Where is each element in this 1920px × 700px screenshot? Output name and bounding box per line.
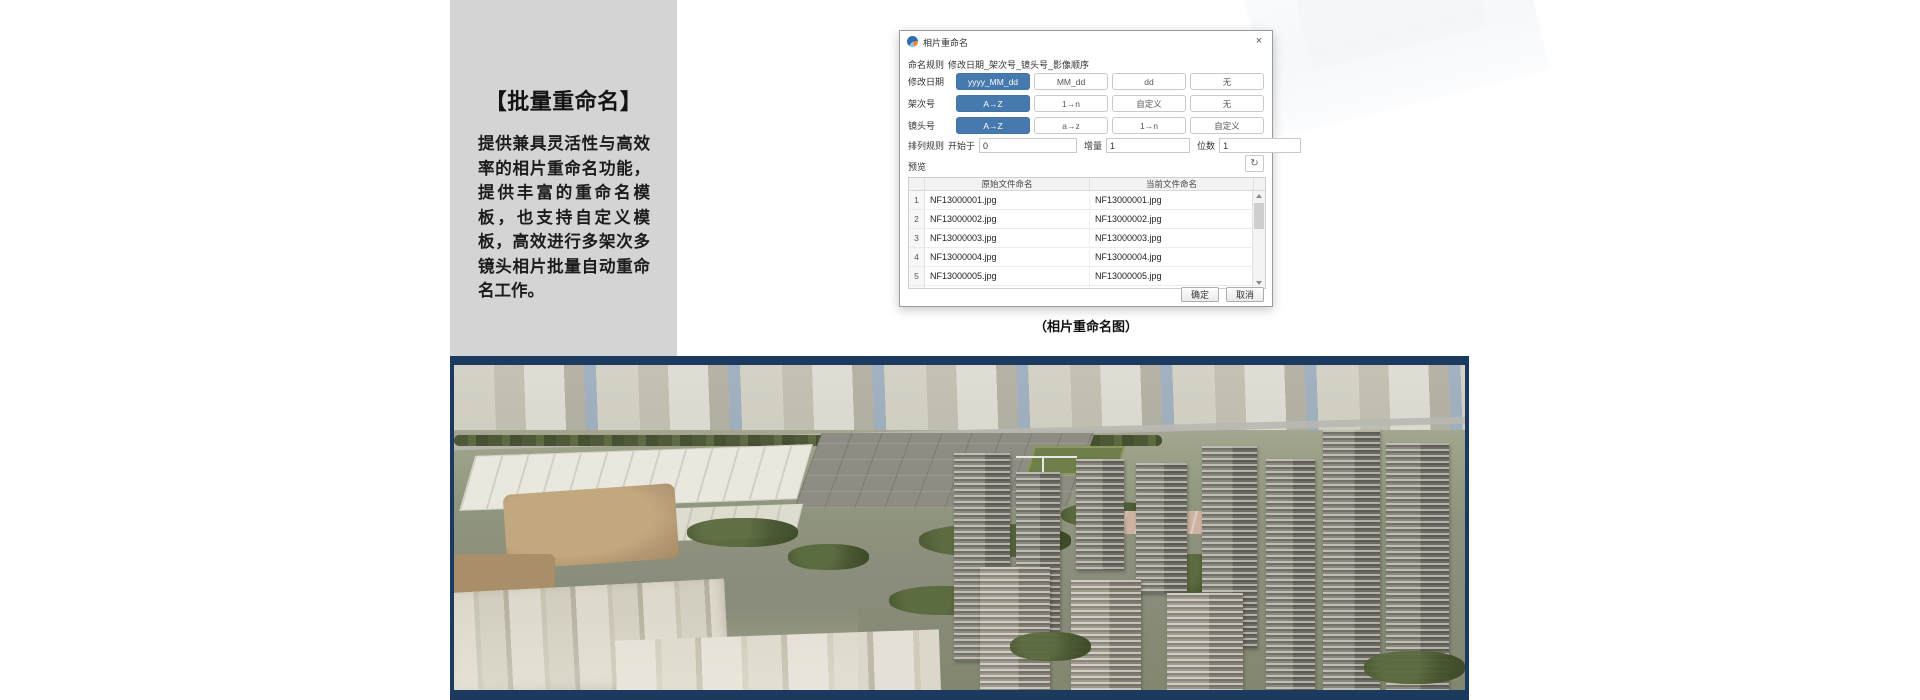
table-row[interactable]: 4 NF13000004.jpg NF13000004.jpg — [909, 248, 1265, 267]
increment-input[interactable] — [1106, 138, 1190, 153]
photo-art-shape — [1323, 430, 1380, 690]
photo-art-shape — [1167, 593, 1243, 691]
naming-rule-value: 修改日期_架次号_镜头号_影像顺序 — [948, 60, 1089, 70]
original-name-cell: NF13000005.jpg — [925, 267, 1090, 285]
photo-art-shape — [1071, 580, 1142, 691]
lens-format-button[interactable]: 1→n — [1112, 117, 1186, 134]
naming-rule: 命名规则修改日期_架次号_镜头号_影像顺序 — [908, 58, 1089, 71]
photo-art-shape — [788, 544, 869, 570]
photo-art-shape — [1266, 459, 1316, 690]
lens-format-button[interactable]: 自定义 — [1190, 117, 1264, 134]
sortie-format-button[interactable]: 1→n — [1034, 95, 1108, 112]
preview-label: 预览 — [908, 160, 926, 173]
increment-label: 增量 — [1084, 139, 1102, 152]
start-label: 开始于 — [948, 139, 975, 152]
table-row[interactable]: 3 NF13000003.jpg NF13000003.jpg — [909, 229, 1265, 248]
table-row[interactable]: 1 NF13000001.jpg NF13000001.jpg — [909, 191, 1265, 210]
current-name-cell: NF13000001.jpg — [1090, 191, 1254, 209]
start-input[interactable] — [979, 138, 1077, 153]
option-row-date: 修改日期 yyyy_MM_dd MM_dd dd 无 — [908, 73, 1264, 90]
preview-table: 原始文件命名 当前文件命名 1 NF13000001.jpg NF1300000… — [908, 177, 1266, 289]
photo-art-shape — [1076, 459, 1125, 570]
current-name-cell: NF13000003.jpg — [1090, 229, 1254, 247]
sortie-format-button[interactable]: 自定义 — [1112, 95, 1186, 112]
app-icon — [907, 36, 918, 47]
original-name-cell: NF13000006.jpg — [925, 286, 1090, 289]
original-name-cell: NF13000004.jpg — [925, 248, 1090, 266]
row-index: 1 — [909, 191, 925, 209]
naming-rule-label: 命名规则 — [908, 60, 944, 70]
row-label: 修改日期 — [908, 75, 956, 88]
row-index: 6 — [909, 286, 925, 289]
close-icon[interactable]: × — [1251, 34, 1267, 48]
table-row[interactable]: 5 NF13000005.jpg NF13000005.jpg — [909, 267, 1265, 286]
row-index: 2 — [909, 210, 925, 228]
table-row[interactable]: 2 NF13000002.jpg NF13000002.jpg — [909, 210, 1265, 229]
photo-art-shape — [1364, 651, 1465, 684]
date-format-button[interactable]: MM_dd — [1034, 73, 1108, 90]
ok-button[interactable]: 确定 — [1181, 287, 1219, 302]
lens-format-button[interactable]: a→z — [1034, 117, 1108, 134]
dialog-footer: 确定 取消 — [1181, 287, 1264, 302]
photo-frame — [450, 356, 1469, 700]
photo-art-shape — [454, 606, 858, 691]
page: 【批量重命名】 提供兼具灵活性与高效率的相片重命名功能，提供丰富的重命名模板，也… — [0, 0, 1920, 700]
dialog-title: 相片重命名 — [923, 36, 968, 49]
original-name-header: 原始文件命名 — [925, 178, 1090, 190]
row-label: 架次号 — [908, 97, 956, 110]
scrollbar-thumb[interactable] — [1254, 203, 1264, 229]
current-name-cell: NF13000004.jpg — [1090, 248, 1254, 266]
row-index: 3 — [909, 229, 925, 247]
original-name-cell: NF13000002.jpg — [925, 210, 1090, 228]
date-format-button[interactable]: dd — [1112, 73, 1186, 90]
photo-rename-dialog: 相片重命名 × 命名规则修改日期_架次号_镜头号_影像顺序 修改日期 yyyy_… — [899, 30, 1273, 307]
lens-format-button[interactable]: A→Z — [956, 117, 1030, 134]
table-header: 原始文件命名 当前文件命名 — [909, 178, 1265, 191]
photo-art-shape — [1016, 456, 1077, 458]
digits-input[interactable] — [1219, 138, 1301, 153]
dialog-titlebar: 相片重命名 × — [900, 31, 1272, 51]
arrange-rule-row: 排列规则 开始于 增量 位数 — [908, 138, 1264, 153]
sortie-format-button[interactable]: A→Z — [956, 95, 1030, 112]
current-name-cell: NF13000005.jpg — [1090, 267, 1254, 285]
current-name-cell: NF13000002.jpg — [1090, 210, 1254, 228]
option-row-lens: 镜头号 A→Z a→z 1→n 自定义 — [908, 117, 1264, 134]
option-row-sortie: 架次号 A→Z 1→n 自定义 无 — [908, 95, 1264, 112]
photo-art-shape — [980, 567, 1051, 691]
photo-art-shape — [1136, 463, 1187, 593]
date-format-button[interactable]: 无 — [1190, 73, 1264, 90]
feature-panel: 【批量重命名】 提供兼具灵活性与高效率的相片重命名功能，提供丰富的重命名模板，也… — [450, 0, 677, 356]
scroll-up-icon[interactable] — [1253, 191, 1265, 202]
index-column-header — [909, 178, 925, 190]
row-index: 5 — [909, 267, 925, 285]
feature-description: 提供兼具灵活性与高效率的相片重命名功能，提供丰富的重命名模板，也支持自定义模板，… — [478, 132, 650, 304]
cancel-button[interactable]: 取消 — [1226, 287, 1264, 302]
date-format-button[interactable]: yyyy_MM_dd — [956, 73, 1030, 90]
sortie-format-button[interactable]: 无 — [1190, 95, 1264, 112]
current-name-header: 当前文件命名 — [1090, 178, 1254, 190]
table-scrollbar[interactable] — [1252, 191, 1265, 288]
digits-label: 位数 — [1197, 139, 1215, 152]
aerial-city-photo — [454, 365, 1465, 690]
row-label: 镜头号 — [908, 119, 956, 132]
feature-title: 【批量重命名】 — [450, 84, 677, 116]
row-index: 4 — [909, 248, 925, 266]
arrange-label: 排列规则 — [908, 139, 944, 152]
photo-art-shape — [1010, 632, 1091, 661]
original-name-cell: NF13000003.jpg — [925, 229, 1090, 247]
figure-caption: （相片重命名图） — [899, 316, 1273, 335]
refresh-icon[interactable]: ↻ — [1245, 155, 1264, 172]
original-name-cell: NF13000001.jpg — [925, 191, 1090, 209]
photo-art-shape — [687, 518, 798, 547]
